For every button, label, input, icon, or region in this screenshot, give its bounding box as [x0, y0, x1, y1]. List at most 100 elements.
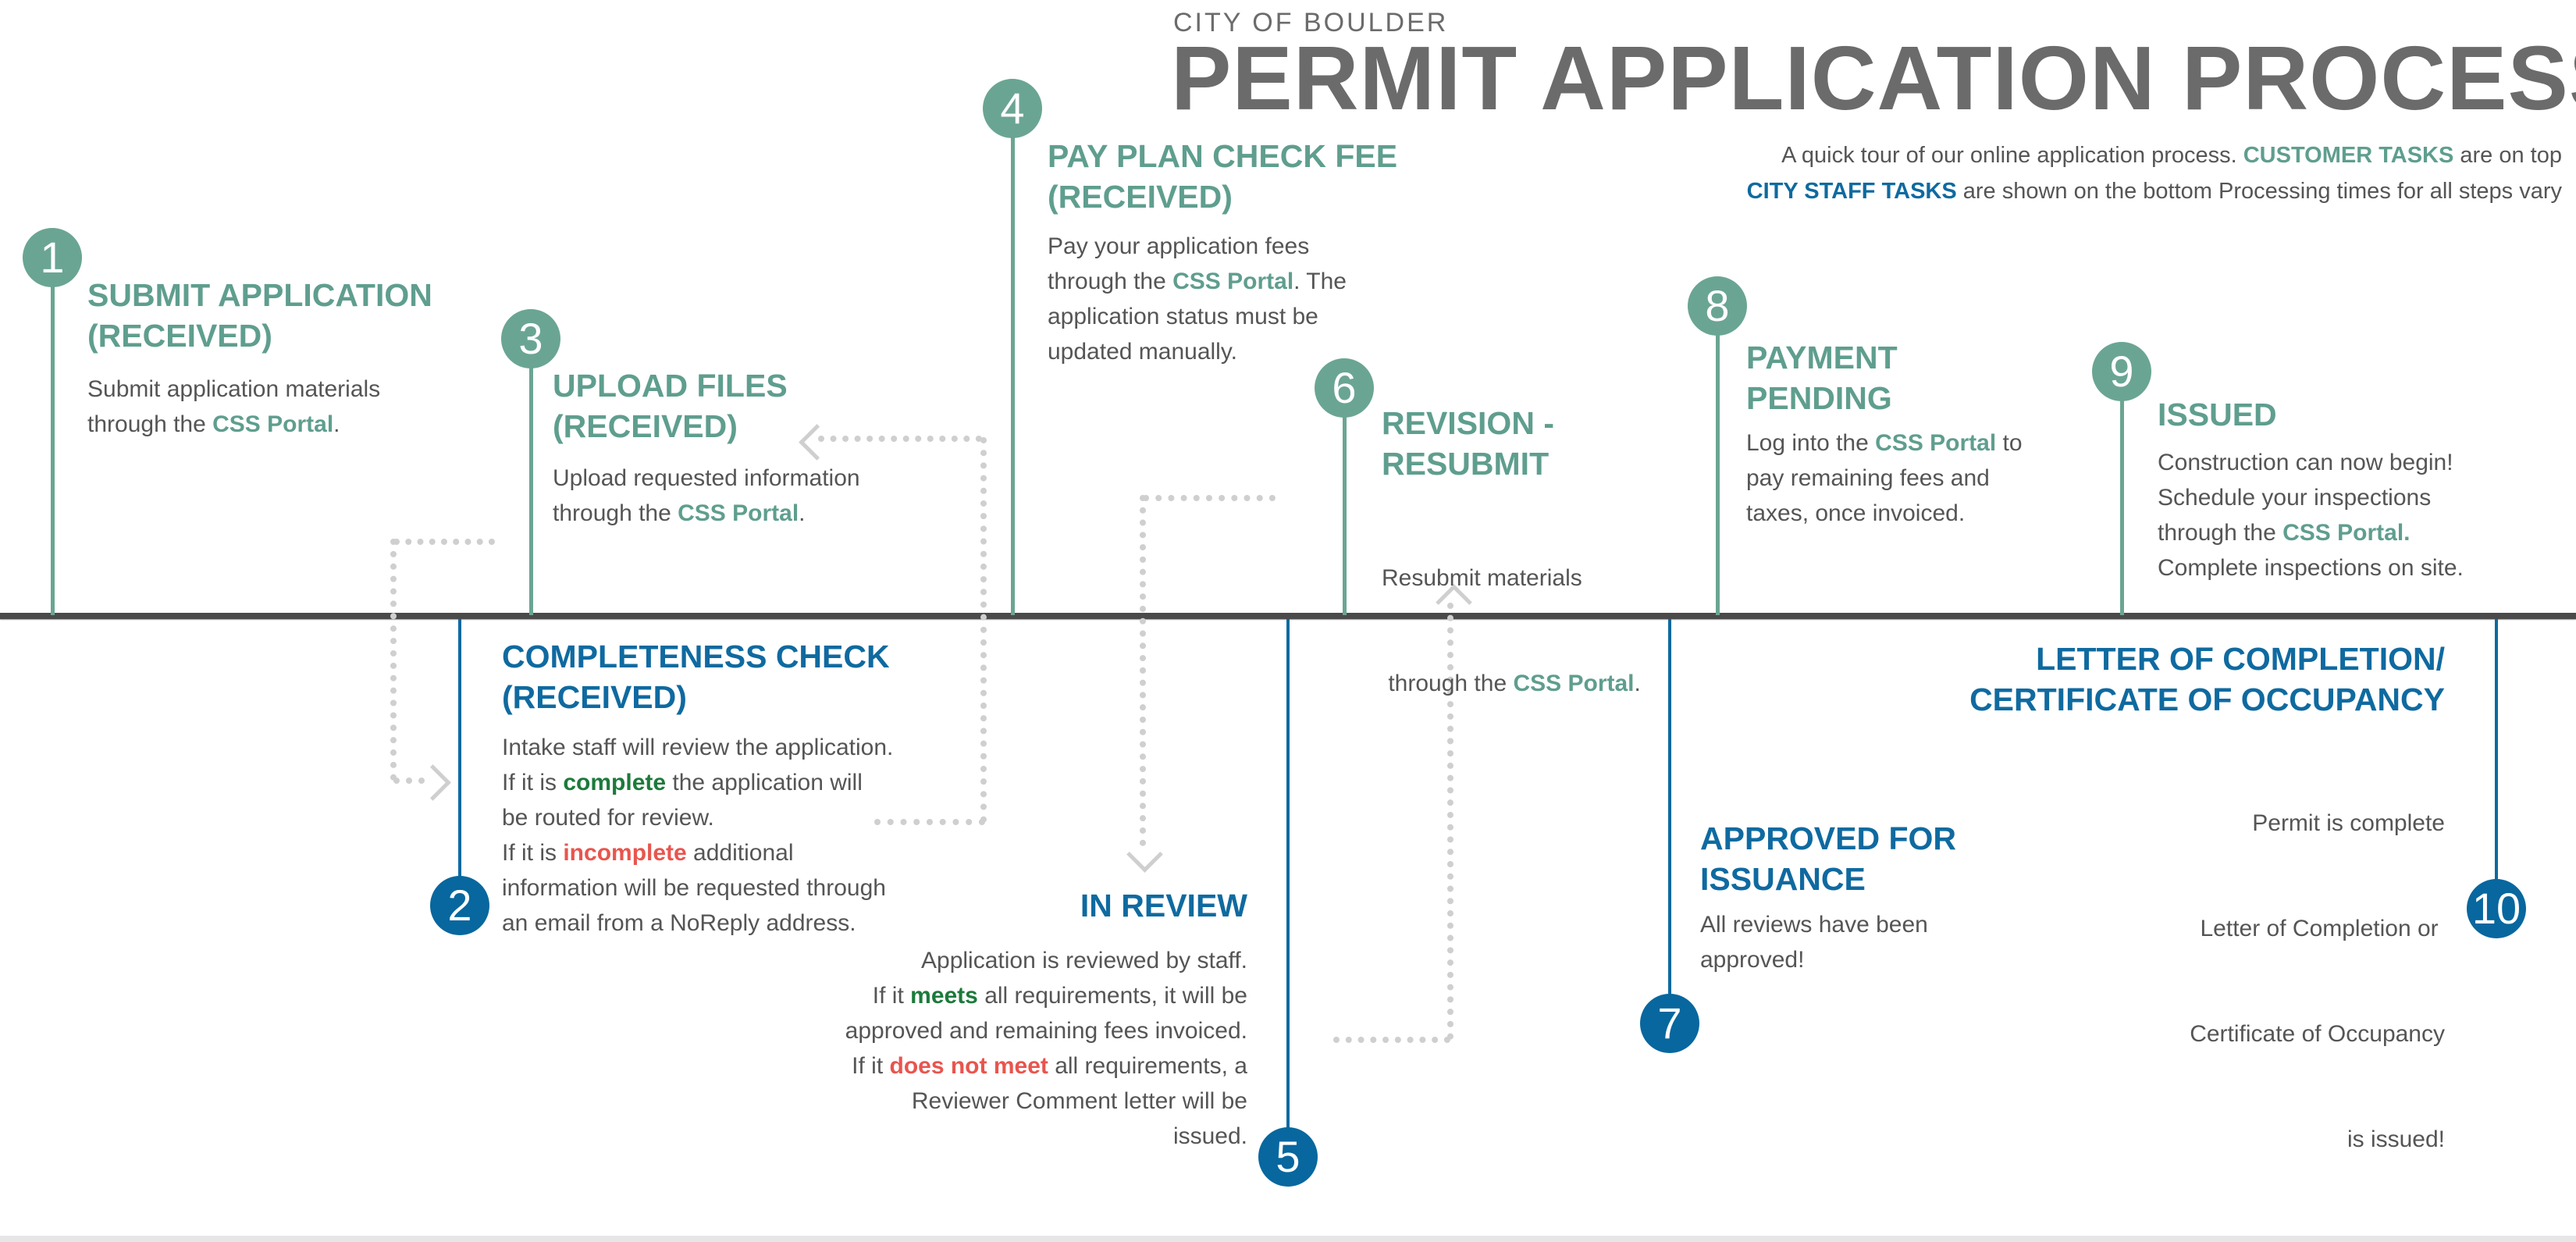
body-line: pay remaining fees and: [1746, 465, 1990, 491]
step-stem: [2495, 619, 2498, 880]
body-text: through the: [553, 500, 678, 526]
body-text: through the: [2158, 520, 2283, 546]
body-text: the application will: [666, 770, 863, 795]
timeline-axis: [0, 613, 2576, 619]
body-text: .: [333, 411, 340, 437]
step-title: UPLOAD FILES (RECEIVED): [553, 365, 788, 447]
step-number-badge: 10: [2467, 879, 2526, 938]
meets-highlight: meets: [910, 983, 978, 1009]
step-title-line: (RECEIVED): [1048, 179, 1233, 215]
css-portal-link[interactable]: CSS Portal: [2282, 520, 2403, 546]
step-title-line: UPLOAD FILES: [553, 368, 788, 404]
step-description: Intake staff will review the application…: [502, 730, 893, 941]
step-description: Construction can now begin! Schedule you…: [2158, 445, 2464, 585]
body-line: approved!: [1700, 947, 1805, 973]
step-title: IN REVIEW: [1080, 885, 1247, 926]
connector-segment: [1333, 1037, 1450, 1043]
step-stem: [2120, 372, 2124, 615]
step-title-line: RESUBMIT: [1382, 446, 1550, 482]
step-title-line: ISSUED: [2158, 397, 2277, 432]
step-number-badge: 6: [1315, 358, 1374, 418]
step-number-badge: 9: [2092, 342, 2151, 401]
body-line: approved and remaining fees invoiced.: [845, 1018, 1247, 1044]
connector-segment: [818, 436, 982, 442]
connector-segment: [1143, 495, 1276, 501]
body-line: through the CSS Portal.: [2158, 515, 2464, 550]
body-line: Reviewer Comment letter will be: [911, 1088, 1247, 1114]
page-title: PERMIT APPLICATION PROCESS: [1171, 27, 2576, 129]
body-line: an email from a NoReply address.: [502, 910, 856, 936]
body-text: all requirements, it will be: [977, 983, 1247, 1009]
body-line: taxes, once invoiced.: [1746, 500, 1966, 526]
body-line: issued.: [1172, 1123, 1247, 1149]
body-line: If it is complete the application will: [502, 765, 893, 800]
complete-highlight: complete: [563, 770, 667, 795]
body-line: Upload requested information: [553, 465, 860, 491]
body-line: be routed for review.: [502, 805, 714, 831]
body-line: Pay your application fees: [1048, 233, 1310, 259]
css-portal-link[interactable]: CSS Portal: [1172, 269, 1293, 294]
css-portal-link[interactable]: CSS Portal: [1513, 671, 1634, 696]
step-description: Submit application materials through the…: [87, 372, 380, 442]
step-title-line: APPROVED FOR: [1700, 820, 1957, 856]
body-text: through the: [87, 411, 213, 437]
bottom-edge: [0, 1236, 2576, 1242]
step-stem: [51, 258, 55, 615]
customer-tasks-label: CUSTOMER TASKS: [2243, 143, 2454, 168]
step-title: PAY PLAN CHECK FEE (RECEIVED): [1048, 136, 1397, 217]
intro-text: A quick tour of our online application p…: [1469, 137, 2562, 209]
body-line: If it meets all requirements, it will be: [845, 978, 1247, 1013]
body-text: to: [1996, 430, 2023, 456]
body-line: If it does not meet all requirements, a: [845, 1048, 1247, 1084]
body-line: All reviews have been: [1700, 912, 1928, 938]
step-number-badge: 1: [23, 228, 82, 287]
connector-segment: [980, 437, 987, 823]
step-title-line: (RECEIVED): [553, 408, 738, 444]
step-stem: [458, 619, 461, 877]
step-description: Upload requested information through the…: [553, 461, 860, 531]
body-line: information will be requested through: [502, 875, 886, 901]
body-line: Complete inspections on site.: [2158, 555, 2464, 581]
staff-tasks-label: CITY STAFF TASKS: [1746, 179, 1957, 204]
step-title-line: LETTER OF COMPLETION/: [2036, 641, 2445, 677]
incomplete-highlight: incomplete: [563, 840, 687, 866]
step-title-line: IN REVIEW: [1080, 888, 1247, 923]
body-line: Log into the CSS Portal to: [1746, 425, 2023, 461]
step-number-badge: 5: [1258, 1127, 1318, 1187]
step-description: Pay your application fees through the CS…: [1048, 229, 1347, 369]
step-description: Log into the CSS Portal to pay remaining…: [1746, 425, 2023, 531]
step-title-line: (RECEIVED): [87, 318, 272, 354]
body-text: If it is: [502, 840, 564, 866]
step-title-line: COMPLETENESS CHECK: [502, 639, 890, 674]
body-line: is issued!: [2347, 1126, 2445, 1152]
step-title: SUBMIT APPLICATION (RECEIVED): [87, 275, 432, 356]
step-title: ISSUED: [2158, 394, 2277, 435]
step-stem: [1011, 109, 1015, 615]
css-portal-link[interactable]: CSS Portal: [678, 500, 799, 526]
body-line: Schedule your inspections: [2158, 485, 2432, 511]
body-line: updated manually.: [1048, 339, 1237, 365]
step-title-line: REVISION -: [1382, 405, 1554, 441]
step-number-badge: 4: [983, 79, 1042, 138]
step-title-line: PENDING: [1746, 380, 1892, 416]
step-title: APPROVED FOR ISSUANCE: [1700, 818, 1956, 899]
body-text: Log into the: [1746, 430, 1876, 456]
css-portal-link[interactable]: CSS Portal: [212, 411, 333, 437]
body-line: through the CSS Portal.: [87, 407, 380, 442]
step-title-line: ISSUANCE: [1700, 861, 1866, 897]
body-text: If it is: [502, 770, 564, 795]
body-text: additional: [686, 840, 794, 866]
arrow-right-icon: [415, 764, 451, 801]
body-line: Letter of Completion or: [2200, 916, 2445, 941]
step-stem: [1668, 619, 1671, 994]
step-number-badge: 8: [1688, 276, 1747, 336]
step-description: All reviews have been approved!: [1700, 907, 1928, 977]
body-line: If it is incomplete additional: [502, 835, 893, 870]
body-text: . The: [1293, 269, 1347, 294]
body-line: Intake staff will review the application…: [502, 735, 894, 760]
css-portal-link[interactable]: CSS Portal: [1875, 430, 1996, 456]
step-title-line: SUBMIT APPLICATION: [87, 277, 432, 313]
step-number-badge: 2: [430, 876, 489, 935]
connector-segment: [393, 539, 495, 545]
body-line: Permit is complete: [2252, 810, 2445, 836]
